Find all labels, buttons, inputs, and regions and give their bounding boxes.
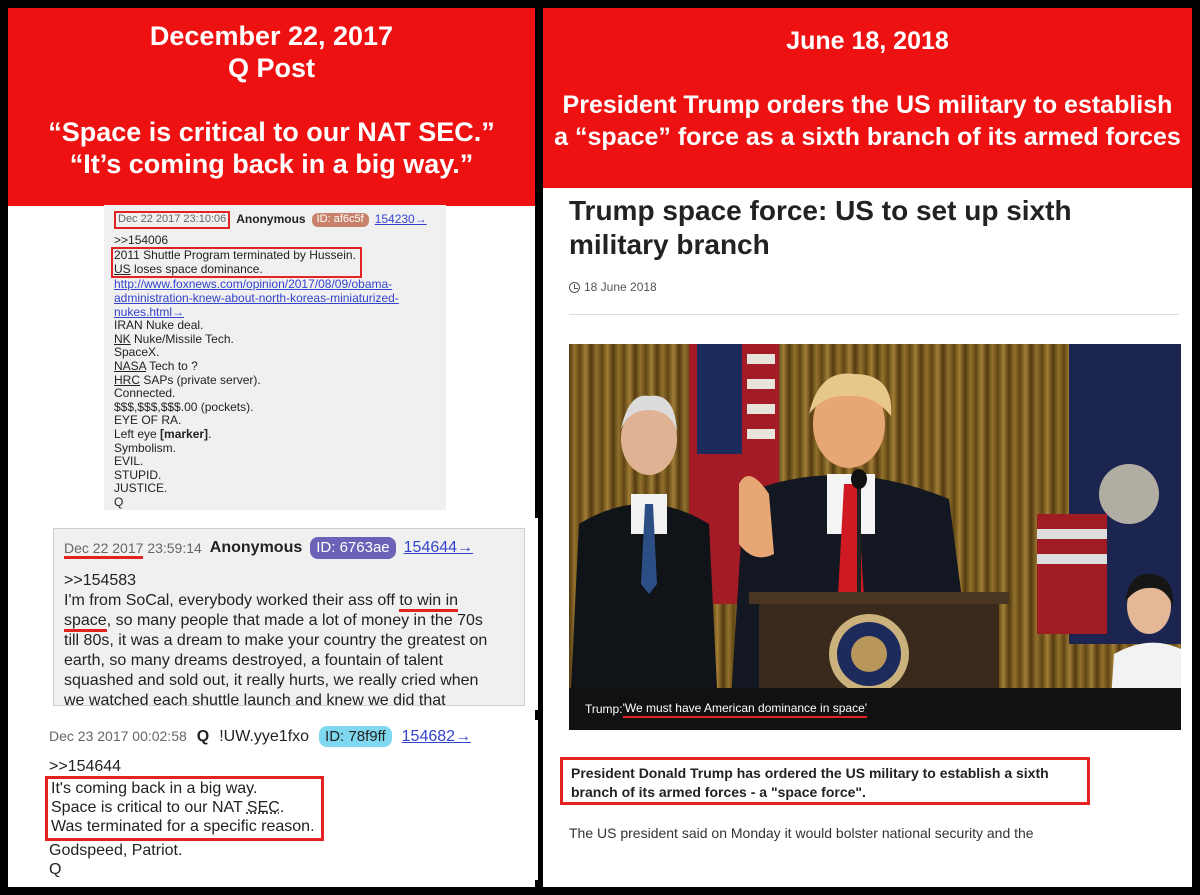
banner-headline-2: a “space” force as a sixth branch of its…	[554, 123, 1181, 151]
post-line: Left eye [marker].	[114, 426, 212, 441]
post-line: I'm from SoCal, everybody worked their a…	[64, 591, 514, 612]
post-line: Space is critical to our NAT SEC.	[51, 799, 285, 816]
post-line: HRC SAPs (private server).	[114, 372, 261, 387]
post-date: Dec 23 2017 00:02:58	[49, 728, 187, 744]
reply-link[interactable]: >>154583	[64, 571, 514, 591]
post-line: EYE OF RA.	[114, 413, 182, 428]
reply-link[interactable]: >>154006	[114, 233, 440, 248]
collage-frame: December 22, 2017 Q Post “Space is criti…	[0, 0, 1200, 895]
post-line: US loses space dominance.	[114, 261, 263, 276]
post-line: we watched each shuttle launch and knew …	[64, 692, 446, 709]
post-header: Dec 23 2017 00:02:58 Q !UW.yye1fxo ID: 7…	[49, 726, 532, 747]
divider	[569, 314, 1179, 315]
post-signature: Q	[49, 861, 62, 878]
post-id-badge[interactable]: ID: 78f9ff	[319, 726, 392, 747]
right-panel: June 18, 2018 President Trump orders the…	[543, 8, 1192, 887]
post-number-link[interactable]: 154682→	[402, 727, 471, 746]
post-line: It's coming back in a big way.	[51, 780, 258, 797]
post-line: NK Nuke/Missile Tech.	[114, 331, 234, 346]
post-date: Dec 22 2017 23:59:14	[64, 538, 202, 559]
tripcode: !UW.yye1fxo	[219, 728, 310, 745]
post-signature: Q	[114, 494, 124, 509]
banner-date: December 22, 2017	[149, 21, 394, 51]
post-line: space, so many people that made a lot of…	[64, 611, 514, 632]
highlight-box: It's coming back in a big way. Space is …	[45, 776, 324, 841]
post-author: Anonymous	[236, 212, 306, 226]
post-line: Was terminated for a specific reason.	[51, 818, 315, 835]
post-author: Q	[196, 728, 210, 745]
post-header: Dec 22 2017 23:10:06 Anonymous ID: af6c5…	[114, 211, 440, 229]
q-post-1: Dec 22 2017 23:10:06 Anonymous ID: af6c5…	[104, 205, 446, 510]
photo-caption: Trump: 'We must have American dominance …	[569, 688, 1181, 730]
clock-icon	[569, 281, 580, 293]
article-title[interactable]: Trump space force: US to set up sixth mi…	[569, 194, 1169, 262]
post-line: Godspeed, Patriot.	[49, 842, 183, 859]
article-date: 18 June 2018	[569, 280, 657, 294]
post-line: NASA Tech to ?	[114, 358, 198, 373]
post-line: JUSTICE.	[114, 481, 168, 496]
post-line: STUPID.	[114, 467, 162, 482]
post-line: SpaceX.	[114, 345, 160, 360]
post-date: Dec 22 2017 23:10:06	[114, 211, 231, 229]
post-header: Dec 22 2017 23:59:14 Anonymous ID: 6763a…	[64, 537, 514, 559]
post-line: EVIL.	[114, 454, 144, 469]
left-banner: December 22, 2017 Q Post “Space is criti…	[8, 8, 535, 206]
article-body: The US president said on Monday it would…	[569, 825, 1034, 841]
banner-quote-1: “Space is critical to our NAT SEC.”	[48, 117, 495, 147]
q-post-2: Dec 22 2017 23:59:14 Anonymous ID: 6763a…	[43, 518, 538, 710]
fox-news-link[interactable]: http://www.foxnews.com/opinion/2017/08/0…	[114, 278, 440, 319]
post-line: squashed and sold out, it really hurts, …	[64, 672, 479, 689]
post-line: earth, so many dreams destroyed, a fount…	[64, 652, 443, 669]
post-line: 2011 Shuttle Program terminated by Husse…	[114, 248, 356, 263]
press-photo-illustration	[569, 344, 1181, 730]
post-line: till 80s, it was a dream to make your co…	[64, 632, 488, 649]
post-line: Connected.	[114, 386, 176, 401]
press-photo: Trump: 'We must have American dominance …	[569, 344, 1181, 730]
banner-quote-2: “It’s coming back in a big way.”	[69, 149, 474, 179]
post-line: $$$,$$$,$$$.00 (pockets).	[114, 399, 254, 414]
post-id-badge[interactable]: ID: af6c5f	[311, 213, 369, 227]
article-summary: President Donald Trump has ordered the U…	[560, 757, 1090, 805]
post-number-link[interactable]: 154230→	[375, 212, 427, 227]
q-post-3: Dec 23 2017 00:02:58 Q !UW.yye1fxo ID: 7…	[43, 720, 538, 880]
banner-date: June 18, 2018	[786, 27, 949, 55]
banner-headline-1: President Trump orders the US military t…	[562, 91, 1173, 119]
post-id-badge[interactable]: ID: 6763ae	[310, 537, 396, 559]
post-author: Anonymous	[209, 539, 303, 556]
banner-subtitle: Q Post	[227, 53, 315, 83]
post-line: Symbolism.	[114, 440, 177, 455]
post-line: IRAN Nuke deal.	[114, 318, 204, 333]
reply-link[interactable]: >>154644	[49, 757, 532, 776]
right-banner: June 18, 2018 President Trump orders the…	[543, 8, 1192, 188]
post-number-link[interactable]: 154644→	[404, 538, 473, 558]
highlight-box: 2011 Shuttle Program terminated by Husse…	[111, 247, 362, 279]
